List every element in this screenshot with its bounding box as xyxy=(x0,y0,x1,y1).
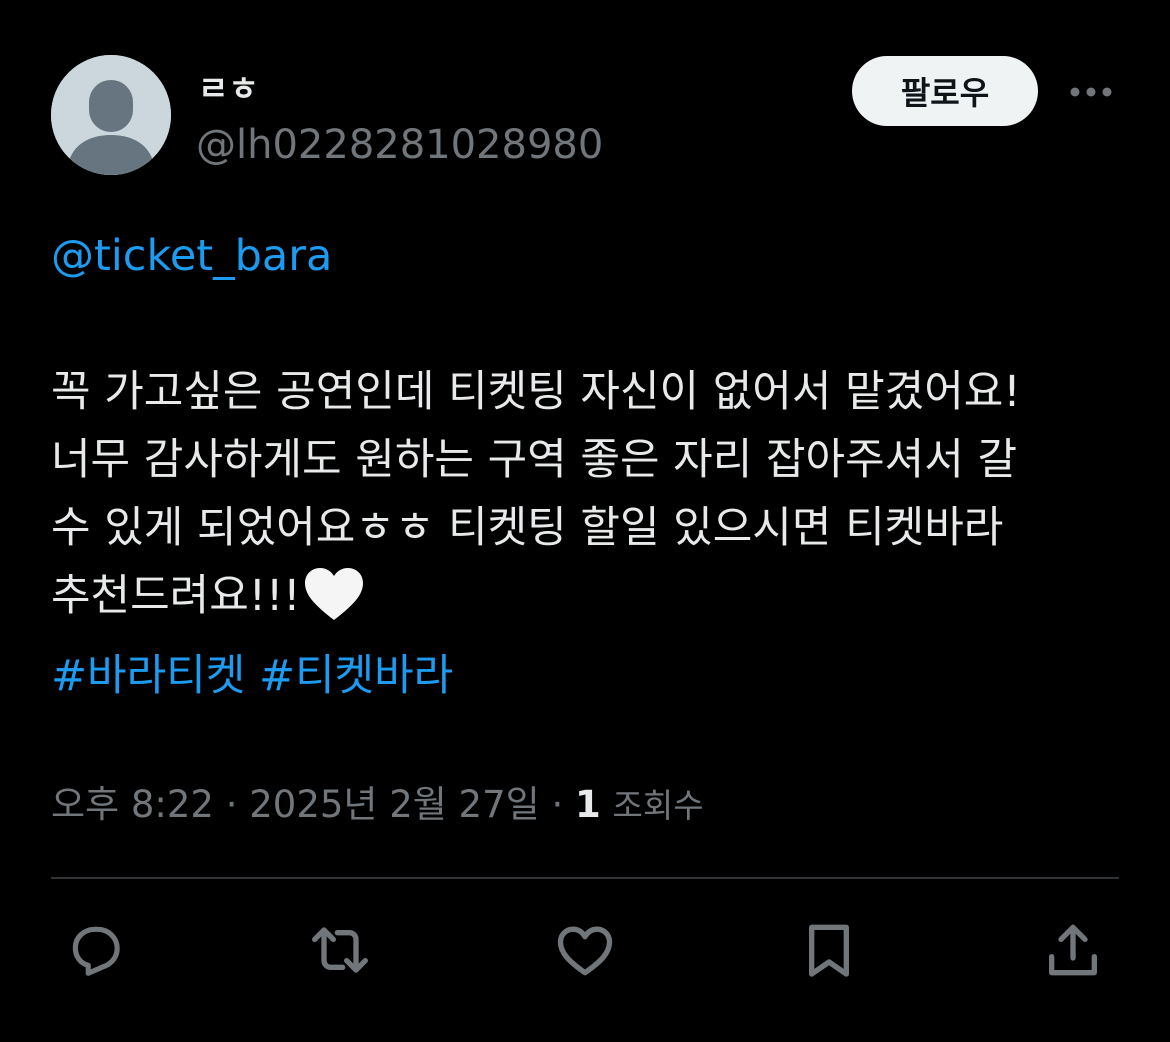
display-name[interactable]: ㄹㅎ xyxy=(198,62,259,110)
bookmark-button[interactable] xyxy=(797,918,861,982)
tweet-line: 꼭 가고싶은 공연인데 티켓팅 자신이 없어서 맡겼어요! xyxy=(51,367,1021,417)
like-icon xyxy=(557,926,613,976)
default-avatar-icon xyxy=(51,55,171,175)
hashtag-link[interactable]: #바라티켓 xyxy=(51,651,245,701)
mention-link[interactable]: @ticket_bara xyxy=(51,231,332,281)
bookmark-icon xyxy=(809,924,849,977)
follow-button[interactable]: 팔로우 xyxy=(852,56,1038,126)
meta-separator: · xyxy=(551,783,564,826)
more-button[interactable] xyxy=(1064,72,1118,112)
user-handle[interactable]: @lh0228281028980 xyxy=(196,122,603,168)
tweet-meta: 오후 8:22 · 2025년 2월 27일 · 1 조회수 xyxy=(51,774,704,828)
retweet-button[interactable] xyxy=(308,918,372,982)
tweet-line: 추천드려요!!! xyxy=(51,571,301,621)
views-count: 1 xyxy=(574,783,601,826)
reply-icon xyxy=(72,926,120,976)
share-icon xyxy=(1049,924,1097,976)
more-horizontal-icon xyxy=(1070,87,1112,97)
tweet-time[interactable]: 오후 8:22 xyxy=(51,783,214,826)
tweet-line: 수 있게 되었어요ㅎㅎ 티켓팅 할일 있으시면 티켓바라 xyxy=(51,503,1004,553)
reply-button[interactable] xyxy=(64,918,128,982)
tweet-text: @ticket_bara 꼭 가고싶은 공연인데 티켓팅 자신이 없어서 맡겼어… xyxy=(51,222,1131,710)
like-button[interactable] xyxy=(553,918,617,982)
retweet-icon xyxy=(312,927,368,973)
divider xyxy=(51,877,1119,879)
white-heart-icon xyxy=(303,566,365,642)
hashtag-link[interactable]: #티켓바라 xyxy=(259,651,453,701)
views-label: 조회수 xyxy=(612,786,704,825)
tweet-date[interactable]: 2025년 2월 27일 xyxy=(249,783,539,826)
share-button[interactable] xyxy=(1041,918,1105,982)
meta-separator: · xyxy=(225,783,238,826)
tweet-line: 너무 감사하게도 원하는 구역 좋은 자리 잡아주셔서 갈 xyxy=(51,435,1017,485)
avatar[interactable] xyxy=(51,55,171,175)
